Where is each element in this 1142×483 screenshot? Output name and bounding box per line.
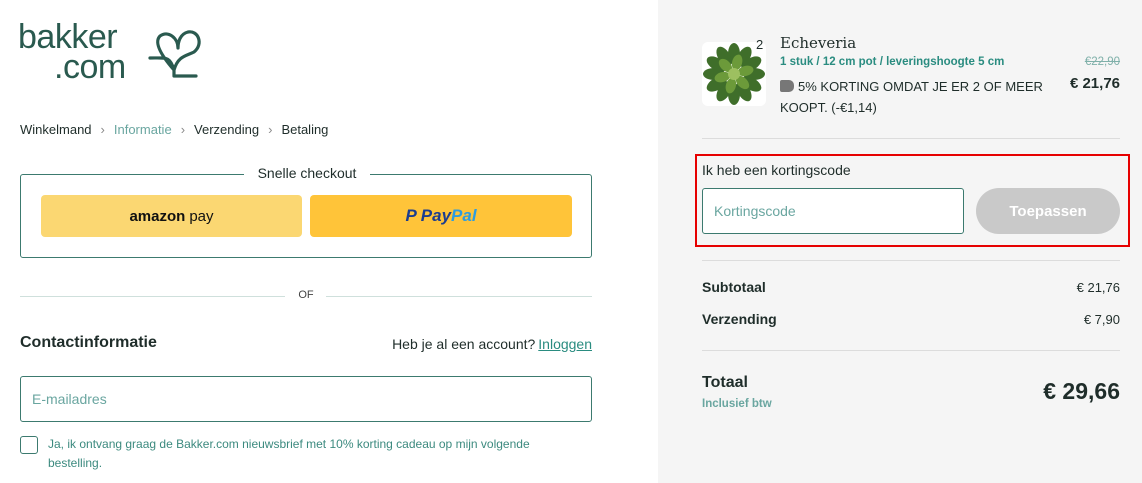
shipping-value: € 7,90 xyxy=(1083,312,1120,327)
amazon-pay-label: pay xyxy=(189,207,214,225)
checkout-form-panel: bakker .com Winkelmand › Informatie › Ve… xyxy=(0,0,658,483)
amazon-pay-label-bold: amazon xyxy=(129,207,186,225)
tag-icon xyxy=(780,80,794,92)
order-summary-panel: 2 Echeveria 1 stuk / 12 cm pot / leverin… xyxy=(658,0,1142,483)
discount-code-label: Ik heb een kortingscode xyxy=(702,162,851,178)
divider xyxy=(702,260,1120,261)
chevron-right-icon: › xyxy=(180,122,186,137)
breadcrumb-informatie: Informatie xyxy=(113,122,172,137)
paypal-button[interactable]: P Pay Pal xyxy=(310,195,572,237)
logo-text-line2: .com xyxy=(54,48,126,86)
product-subtitle: 1 stuk / 12 cm pot / leveringshoogte 5 c… xyxy=(780,56,1005,68)
divider xyxy=(702,138,1120,139)
shipping-label: Verzending xyxy=(702,311,777,327)
product-discount: 5% KORTING OMDAT JE ER 2 OF MEER KOOPT. … xyxy=(780,76,1050,118)
email-input[interactable] xyxy=(20,376,592,422)
amazon-pay-button[interactable]: amazon pay xyxy=(41,195,302,237)
apply-discount-button[interactable]: Toepassen xyxy=(976,188,1120,234)
total-tax-note: Inclusief btw xyxy=(702,398,772,410)
or-label: OF xyxy=(298,289,314,301)
contact-title: Contactinformatie xyxy=(20,334,157,351)
login-link[interactable]: Inloggen xyxy=(538,336,592,352)
paypal-icon: P xyxy=(405,206,417,225)
discount-code-input[interactable] xyxy=(702,188,964,234)
product-old-price: €22,90 xyxy=(1084,56,1120,68)
product-discount-text: 5% KORTING OMDAT JE ER 2 OF MEER KOOPT. … xyxy=(780,79,1043,115)
account-text: Heb je al een account? xyxy=(392,336,536,352)
heart-logo-icon xyxy=(148,30,201,78)
newsletter-optin[interactable]: Ja, ik ontvang graag de Bakker.com nieuw… xyxy=(20,435,580,473)
breadcrumb-verzending: Verzending xyxy=(194,122,260,137)
chevron-right-icon: › xyxy=(268,122,273,137)
paypal-label-pal: Pal xyxy=(451,206,477,225)
product-quantity: 2 xyxy=(756,37,764,52)
quick-checkout-title: Snelle checkout xyxy=(243,165,371,181)
newsletter-label: Ja, ik ontvang graag de Bakker.com nieuw… xyxy=(48,437,530,470)
quick-checkout-box: Snelle checkout amazon pay P Pay Pal xyxy=(20,165,592,258)
chevron-right-icon: › xyxy=(100,122,105,137)
account-prompt: Heb je al een account? Inloggen xyxy=(392,336,592,352)
paypal-label-pay: Pay xyxy=(420,206,452,225)
newsletter-checkbox[interactable] xyxy=(20,436,38,454)
breadcrumb-winkelmand[interactable]: Winkelmand xyxy=(20,122,92,137)
product-price: € 21,76 xyxy=(1069,75,1120,92)
subtotal-value: € 21,76 xyxy=(1076,280,1120,295)
or-divider: OF xyxy=(20,289,592,301)
product-name: Echeveria xyxy=(780,34,857,52)
subtotal-label: Subtotaal xyxy=(702,279,766,295)
breadcrumb: Winkelmand › Informatie › Verzending › B… xyxy=(20,122,328,137)
breadcrumb-betaling: Betaling xyxy=(281,122,329,137)
bakker-logo[interactable]: bakker .com xyxy=(18,20,203,84)
total-value: € 29,66 xyxy=(1043,378,1120,404)
divider xyxy=(702,350,1120,351)
total-label: Totaal xyxy=(702,374,748,391)
